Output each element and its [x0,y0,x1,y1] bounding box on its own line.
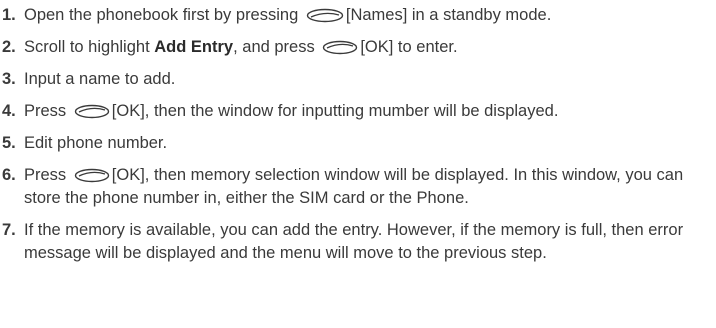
step-2: 2. Scroll to highlight Add Entry, and pr… [0,36,716,59]
step-7: 7. If the memory is available, you can a… [0,219,716,265]
oval-softkey-icon [74,168,110,183]
menu-item-name: Add Entry [154,38,234,56]
step-text: If the memory is available, you can add … [24,221,684,262]
step-text: , and press [233,38,315,56]
step-6: 6. Press [OK], then memory selection win… [0,164,716,210]
oval-softkey-icon [306,8,344,23]
step-number: 4. [2,102,16,120]
step-text: [OK], then the window for inputting mumb… [111,102,559,120]
step-4: 4. Press [OK], then the window for input… [0,100,716,123]
step-text: [Names] in a standby mode. [345,6,552,24]
step-number: 6. [2,166,16,184]
step-text: Edit phone number. [24,134,168,152]
step-text: Open the phonebook first by pressing [24,6,299,24]
step-text: Scroll to highlight [24,38,150,56]
oval-softkey-icon [322,40,358,55]
step-number: 7. [2,221,16,239]
oval-softkey-icon [74,104,110,119]
step-number: 2. [2,38,16,56]
step-1: 1. Open the phonebook first by pressing … [0,4,716,27]
step-5: 5. Edit phone number. [0,132,716,155]
step-text: Press [24,166,67,184]
step-text: [OK] to enter. [360,38,458,56]
step-3: 3. Input a name to add. [0,68,716,91]
step-number: 1. [2,6,16,24]
step-text: [OK], then memory selection window will … [24,166,684,207]
instruction-list: 1. Open the phonebook first by pressing … [0,0,716,265]
step-number: 5. [2,134,16,152]
step-text: Input a name to add. [24,70,176,88]
step-text: Press [24,102,67,120]
step-number: 3. [2,70,16,88]
